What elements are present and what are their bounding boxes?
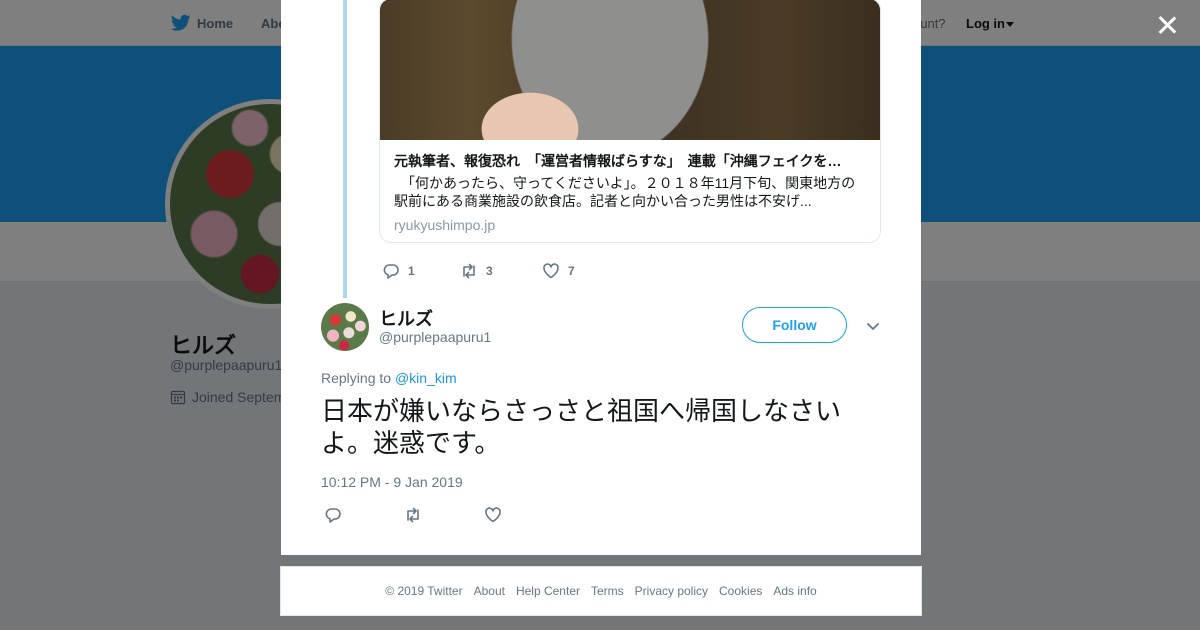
link-preview-card[interactable]: 元執筆者、報復恐れ 「運営者情報ばらすな」 連載「沖縄フェイクを… 「何かあった…: [379, 0, 881, 243]
reply-count: 1: [408, 264, 415, 278]
footer-link-ads-info[interactable]: Ads info: [773, 584, 816, 598]
footer-link-privacy-policy[interactable]: Privacy policy: [635, 584, 708, 598]
follow-button[interactable]: Follow: [742, 307, 847, 343]
link-card-title: 元執筆者、報復恐れ 「運営者情報ばらすな」 連載「沖縄フェイクを…: [394, 153, 842, 169]
reply-button[interactable]: 1: [382, 262, 460, 280]
retweet-count: 3: [486, 264, 493, 278]
link-card-image: [380, 0, 880, 140]
parent-tweet-actions: 1 3 7: [382, 262, 575, 280]
footer-link-about[interactable]: About: [474, 584, 505, 598]
footer-link-help-center[interactable]: Help Center: [516, 584, 580, 598]
reply-button[interactable]: [324, 506, 404, 524]
reply-icon: [383, 264, 399, 279]
link-card-body: 元執筆者、報復恐れ 「運営者情報ばらすな」 連載「沖縄フェイクを… 「何かあった…: [394, 152, 868, 234]
heart-icon: [543, 263, 559, 279]
like-button[interactable]: 7: [542, 262, 575, 280]
replying-to-line: Replying to @kin_kim: [321, 370, 457, 386]
tweet-menu-button[interactable]: [865, 318, 881, 334]
tweet-author-name[interactable]: ヒルズ: [379, 305, 433, 331]
tweet-text: 日本が嫌いならさっさと祖国へ帰国しなさいよ。迷惑です。: [321, 397, 842, 459]
tweet-actions: [324, 506, 502, 524]
replying-to-link[interactable]: @kin_kim: [395, 370, 457, 386]
footer-copyright: © 2019 Twitter: [385, 584, 463, 598]
tweet-author-avatar[interactable]: [321, 303, 369, 351]
link-card-domain: ryukyushimpo.jp: [394, 217, 496, 233]
like-button[interactable]: [484, 506, 502, 524]
link-card-description: 「何かあったら、守ってくださいよ」。２０１８年11月下旬、関東地方の駅前にある商…: [394, 175, 856, 209]
replying-prefix: Replying to: [321, 370, 395, 386]
tweet-author-handle[interactable]: @purplepaapuru1: [379, 329, 491, 345]
footer-link-cookies[interactable]: Cookies: [719, 584, 762, 598]
retweet-button[interactable]: [404, 506, 484, 524]
tweet-permalink-modal: 元執筆者、報復恐れ 「運営者情報ばらすな」 連載「沖縄フェイクを… 「何かあった…: [281, 0, 921, 555]
footer-links: © 2019 Twitter About Help Center Terms P…: [280, 566, 922, 616]
conversation-thread-line: [343, 0, 347, 298]
retweet-icon: [463, 263, 475, 279]
tweet-timestamp[interactable]: 10:12 PM - 9 Jan 2019: [321, 474, 463, 490]
like-count: 7: [568, 264, 575, 278]
close-icon[interactable]: [1154, 12, 1180, 38]
retweet-button[interactable]: 3: [460, 262, 542, 280]
retweet-icon: [407, 507, 419, 523]
reply-icon: [325, 508, 341, 523]
chevron-down-icon: [867, 323, 879, 330]
heart-icon: [485, 507, 501, 523]
footer-link-terms[interactable]: Terms: [591, 584, 624, 598]
